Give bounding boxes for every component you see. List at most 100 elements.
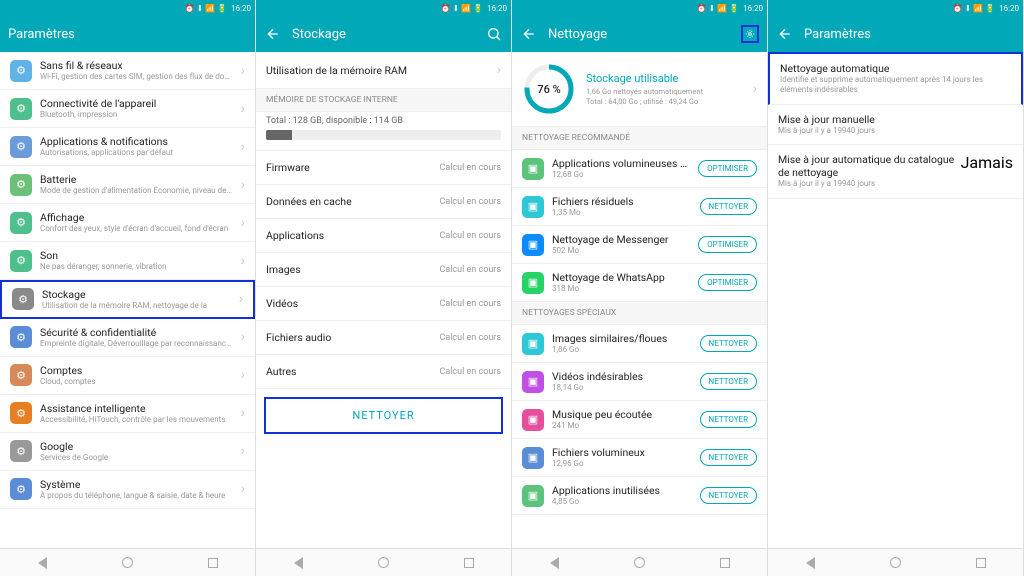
- chevron-right-icon: ›: [241, 63, 245, 79]
- assist-icon: ⚙: [10, 402, 32, 424]
- header: Stockage: [256, 16, 511, 52]
- screen-parametres: ⏰ ⬇ 📶 🔋16:20 Paramètres ⚙ Sans fil & rés…: [0, 0, 256, 576]
- storage-content: Utilisation de la mémoire RAM› MÉMOIRE D…: [256, 52, 511, 548]
- cleanup-settings-list: Nettoyage automatiqueIdentifie et suppri…: [768, 52, 1023, 548]
- clean-button[interactable]: NETTOYER: [700, 449, 757, 466]
- accounts-icon: ⚙: [10, 364, 32, 386]
- setting-sound[interactable]: ⚙ SonNe pas déranger, sonnerie, vibratio…: [0, 242, 255, 280]
- storage-row[interactable]: Fichiers audioCalcul en cours: [256, 321, 511, 355]
- music-icon: ▣: [522, 409, 544, 431]
- clean-button[interactable]: NETTOYER: [700, 198, 757, 215]
- apps-icon: ⚙: [10, 136, 32, 158]
- chevron-right-icon: ›: [241, 329, 245, 345]
- clean-button[interactable]: NETTOYER: [700, 411, 757, 428]
- cleanup-setting[interactable]: Mise à jour automatique du catalogue de …: [768, 145, 1023, 198]
- cleanup-bigfiles[interactable]: ▣ Fichiers volumineux12,96 Go NETTOYER: [512, 439, 767, 477]
- recents-nav-icon[interactable]: [720, 558, 730, 568]
- storage-row[interactable]: VidéosCalcul en cours: [256, 287, 511, 321]
- storage-row[interactable]: ImagesCalcul en cours: [256, 253, 511, 287]
- bigfiles-icon: ▣: [522, 447, 544, 469]
- cleanup-bulky[interactable]: ▣ Applications volumineuses (...12,68 Go…: [512, 150, 767, 188]
- section-special: NETTOYAGES SPÉCIAUX: [512, 302, 767, 325]
- back-icon[interactable]: [264, 25, 282, 43]
- back-nav-icon[interactable]: [38, 557, 47, 569]
- setting-storage[interactable]: ⚙ StockageUtilisation de la mémoire RAM,…: [0, 280, 255, 319]
- unused-icon: ▣: [522, 485, 544, 507]
- wifi-icon: ⚙: [10, 60, 32, 82]
- bulky-icon: ▣: [522, 158, 544, 180]
- search-icon[interactable]: [485, 25, 503, 43]
- back-nav-icon[interactable]: [550, 557, 559, 569]
- chevron-right-icon: ›: [241, 405, 245, 421]
- home-nav-icon[interactable]: [122, 557, 133, 568]
- storage-gauge: 76 % Stockage utilisable 1,66 Go nettoyé…: [512, 52, 767, 127]
- page-title: Nettoyage: [548, 27, 731, 42]
- header: Paramètres: [0, 16, 255, 52]
- back-icon[interactable]: [776, 25, 794, 43]
- setting-battery[interactable]: ⚙ BatterieMode de gestion d'alimentation…: [0, 166, 255, 204]
- battery-icon: ⚙: [10, 174, 32, 196]
- setting-device[interactable]: ⚙ Connectivité de l'appareilBluetooth, i…: [0, 90, 255, 128]
- setting-google[interactable]: ⚙ GoogleServices de Google ›: [0, 433, 255, 471]
- storage-row[interactable]: ApplicationsCalcul en cours: [256, 219, 511, 253]
- storage-row[interactable]: AutresCalcul en cours: [256, 355, 511, 389]
- cleanup-residual[interactable]: ▣ Fichiers résiduels1,35 Mo NETTOYER: [512, 188, 767, 226]
- cleanup-setting[interactable]: Nettoyage automatiqueIdentifie et suppri…: [768, 52, 1023, 105]
- opt-button[interactable]: OPTIMISER: [698, 274, 757, 291]
- device-icon: ⚙: [10, 98, 32, 120]
- cleanup-badvid[interactable]: ▣ Vidéos indésirables18,14 Go NETTOYER: [512, 363, 767, 401]
- nav-bar: [256, 548, 511, 576]
- setting-assist[interactable]: ⚙ Assistance intelligenteAccessibilité, …: [0, 395, 255, 433]
- section-recommended: NETTOYAGE RECOMMANDÉ: [512, 127, 767, 150]
- cleanup-setting[interactable]: Mise à jour manuelleMis à jour il y a 19…: [768, 105, 1023, 145]
- gear-icon[interactable]: [741, 25, 759, 43]
- cleanup-messenger[interactable]: ▣ Nettoyage de Messenger502 Mo OPTIMISER: [512, 226, 767, 264]
- back-nav-icon[interactable]: [294, 557, 303, 569]
- chevron-right-icon: ›: [241, 481, 245, 497]
- clean-button[interactable]: NETTOYER: [700, 487, 757, 504]
- setting-system[interactable]: ⚙ SystèmeÀ propos du téléphone, langue &…: [0, 471, 255, 509]
- back-nav-icon[interactable]: [806, 557, 815, 569]
- storage-row[interactable]: FirmwareCalcul en cours: [256, 151, 511, 185]
- google-icon: ⚙: [10, 440, 32, 462]
- display-icon: ⚙: [10, 212, 32, 234]
- system-icon: ⚙: [10, 478, 32, 500]
- chevron-right-icon: ›: [239, 291, 243, 307]
- residual-icon: ▣: [522, 196, 544, 218]
- recents-nav-icon[interactable]: [976, 558, 986, 568]
- header: Paramètres: [768, 16, 1023, 52]
- home-nav-icon[interactable]: [634, 557, 645, 568]
- clean-button[interactable]: NETTOYER: [264, 397, 503, 434]
- home-nav-icon[interactable]: [378, 557, 389, 568]
- setting-wifi[interactable]: ⚙ Sans fil & réseauxWi-Fi, gestion des c…: [0, 52, 255, 90]
- screen-nettoyage: ⏰ ⬇ 📶 🔋16:20 Nettoyage 76 % Stockage uti…: [512, 0, 768, 576]
- chevron-right-icon: ›: [241, 443, 245, 459]
- cleanup-whatsapp[interactable]: ▣ Nettoyage de WhatsApp318 Mo OPTIMISER: [512, 264, 767, 302]
- status-bar: ⏰ ⬇ 📶 🔋16:20: [512, 0, 767, 16]
- home-nav-icon[interactable]: [890, 557, 901, 568]
- opt-button[interactable]: OPTIMISER: [698, 236, 757, 253]
- setting-accounts[interactable]: ⚙ ComptesCloud, comptes ›: [0, 357, 255, 395]
- storage-progress: Total : 128 GB, disponible : 114 GB: [256, 112, 511, 151]
- nav-bar: [0, 548, 255, 576]
- cleanup-unused[interactable]: ▣ Applications inutilisées4,85 Go NETTOY…: [512, 477, 767, 515]
- header: Nettoyage: [512, 16, 767, 52]
- storage-row[interactable]: Données en cacheCalcul en cours: [256, 185, 511, 219]
- settings-list: ⚙ Sans fil & réseauxWi-Fi, gestion des c…: [0, 52, 255, 548]
- setting-display[interactable]: ⚙ AffichageConfort des yeux, style d'écr…: [0, 204, 255, 242]
- cleanup-simimg[interactable]: ▣ Images similaires/floues1,86 Go NETTOY…: [512, 325, 767, 363]
- setting-security[interactable]: ⚙ Sécurité & confidentialitéEmpreinte di…: [0, 319, 255, 357]
- page-title: Paramètres: [8, 27, 247, 42]
- recents-nav-icon[interactable]: [464, 558, 474, 568]
- status-bar: ⏰ ⬇ 📶 🔋16:20: [0, 0, 255, 16]
- ram-usage-row[interactable]: Utilisation de la mémoire RAM›: [256, 52, 511, 89]
- screen-stockage: ⏰ ⬇ 📶 🔋16:20 Stockage Utilisation de la …: [256, 0, 512, 576]
- opt-button[interactable]: OPTIMISER: [698, 160, 757, 177]
- clean-button[interactable]: NETTOYER: [700, 335, 757, 352]
- setting-apps[interactable]: ⚙ Applications & notificationsAutorisati…: [0, 128, 255, 166]
- storage-icon: ⚙: [12, 288, 34, 310]
- clean-button[interactable]: NETTOYER: [700, 373, 757, 390]
- back-icon[interactable]: [520, 25, 538, 43]
- recents-nav-icon[interactable]: [208, 558, 218, 568]
- cleanup-music[interactable]: ▣ Musique peu écoutée241 Mo NETTOYER: [512, 401, 767, 439]
